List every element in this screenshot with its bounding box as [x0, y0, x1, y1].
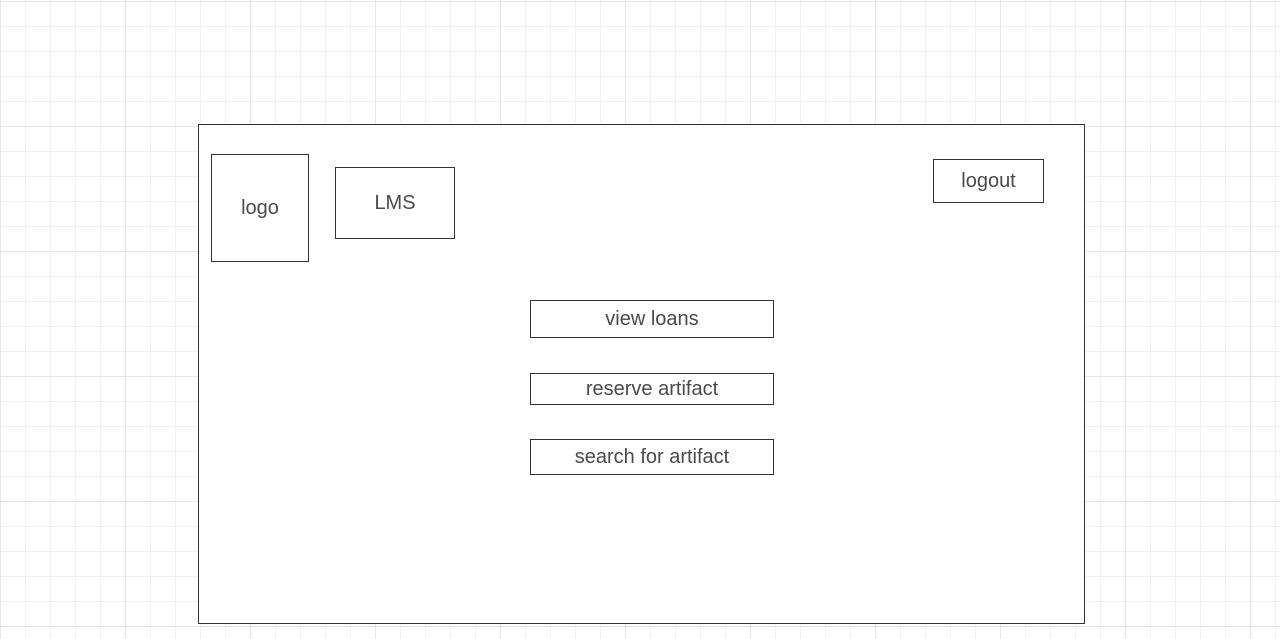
app-title: LMS [374, 191, 416, 214]
app-title-box: LMS [335, 167, 455, 239]
view-loans-button[interactable]: view loans [530, 300, 774, 338]
reserve-artifact-button-label: reserve artifact [585, 377, 719, 400]
reserve-artifact-button[interactable]: reserve artifact [530, 373, 774, 405]
logout-button[interactable]: logout [933, 159, 1044, 203]
logout-button-label: logout [961, 169, 1016, 192]
view-loans-button-label: view loans [605, 307, 699, 330]
logo-label: logo [241, 196, 279, 219]
search-artifact-button[interactable]: search for artifact [530, 439, 774, 475]
search-artifact-button-label: search for artifact [574, 445, 730, 468]
logo-placeholder: logo [211, 154, 309, 262]
